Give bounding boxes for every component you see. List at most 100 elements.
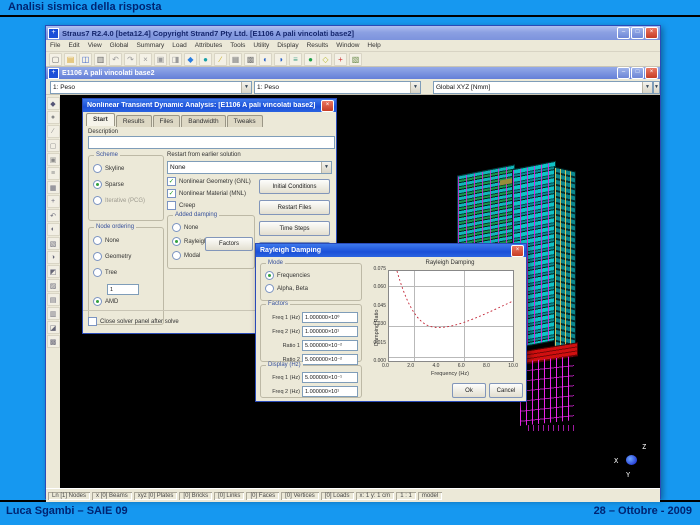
display-value-field[interactable]: 1.000000×10¹ <box>302 386 358 397</box>
ok-button[interactable]: Ok <box>452 383 486 398</box>
close-after-solve-checkbox[interactable]: Close solver panel after solve <box>88 317 179 326</box>
solver-side-button[interactable]: Initial Conditions <box>259 179 330 194</box>
scheme-radio[interactable]: Skyline <box>93 164 159 173</box>
view-angle-icon[interactable]: ◇ <box>319 53 332 66</box>
brick-tool-icon[interactable]: ▣ <box>47 153 60 166</box>
ordering-radio[interactable]: Tree <box>93 268 159 277</box>
maximize-button[interactable]: □ <box>631 27 644 39</box>
pan-icon[interactable]: + <box>47 195 60 208</box>
select-icon[interactable]: ◆ <box>47 97 60 110</box>
menu-item[interactable]: View <box>88 42 102 49</box>
measure-icon[interactable]: ∕ <box>214 53 227 66</box>
zoom-out-icon[interactable]: ◑ <box>274 53 287 66</box>
beam-tool-icon[interactable]: ∕ <box>47 125 60 138</box>
ordering-radio[interactable]: None <box>93 236 159 245</box>
chevron-down-icon[interactable]: ▼ <box>642 82 652 93</box>
axes-icon[interactable]: + <box>334 53 347 66</box>
show-icon[interactable]: ◩ <box>47 265 60 278</box>
copy-icon[interactable]: ▣ <box>154 53 167 66</box>
new-file-icon[interactable]: ▢ <box>49 53 62 66</box>
solver-tab[interactable]: Results <box>116 115 152 127</box>
snap-grid-icon[interactable]: ▩ <box>244 53 257 66</box>
display-value-field[interactable]: 5.000000×10⁻¹ <box>302 372 358 383</box>
menu-item[interactable]: Window <box>336 42 359 49</box>
ordering-radio[interactable]: AMD <box>93 297 159 306</box>
grid-icon[interactable]: ▦ <box>229 53 242 66</box>
rotate-icon[interactable]: ↶ <box>47 209 60 222</box>
coord-system-combo[interactable]: Global XYZ [Nmm] ▼ <box>433 81 653 94</box>
menu-item[interactable]: Global <box>110 42 129 49</box>
combo-row-overflow-button[interactable]: ▼ <box>653 81 660 94</box>
factor-value-field[interactable]: 1.000000×10¹ <box>302 326 358 337</box>
rotate-view-icon[interactable]: ● <box>304 53 317 66</box>
print-icon[interactable]: ▥ <box>94 53 107 66</box>
menu-item[interactable]: Help <box>367 42 380 49</box>
factor-value-field[interactable]: 5.000000×10⁻² <box>302 354 358 365</box>
solver-side-button[interactable]: Time Steps <box>259 221 330 236</box>
menu-item[interactable]: Edit <box>68 42 79 49</box>
close-icon[interactable]: × <box>321 100 334 112</box>
chevron-down-icon[interactable]: ▼ <box>654 82 659 93</box>
solver-tab[interactable]: Tweaks <box>227 115 263 127</box>
mode-radio[interactable]: Frequencies <box>265 271 357 280</box>
solver-tab[interactable]: Files <box>153 115 181 127</box>
mdi-minimize-button[interactable]: – <box>617 67 630 79</box>
select-pencil-icon[interactable]: ◆ <box>184 53 197 66</box>
nonlinearity-checkbox[interactable]: ✓ Nonlinear Material (MNL) <box>167 189 251 198</box>
description-input[interactable] <box>88 136 335 149</box>
mode-radio[interactable]: Alpha, Beta <box>265 284 357 293</box>
entity-display-icon[interactable]: ▧ <box>349 53 362 66</box>
redo-icon[interactable]: ↷ <box>124 53 137 66</box>
solver-tab[interactable]: Bandwidth <box>181 115 225 127</box>
nonlinearity-checkbox[interactable]: ✓ Nonlinear Geometry (GNL) <box>167 177 251 186</box>
paste-icon[interactable]: ◨ <box>169 53 182 66</box>
ordering-radio[interactable]: Geometry <box>93 252 159 261</box>
menu-item[interactable]: Load <box>172 42 186 49</box>
minimize-button[interactable]: – <box>617 27 630 39</box>
menu-item[interactable]: Results <box>307 42 329 49</box>
load-case-combo[interactable]: 1: Peso ▼ <box>50 81 252 94</box>
rayleigh-factors-button[interactable]: Factors <box>205 237 253 251</box>
mdi-close-button[interactable]: × <box>645 67 658 79</box>
chevron-down-icon[interactable]: ▼ <box>241 82 251 93</box>
shade-icon[interactable]: ◐ <box>47 223 60 236</box>
restart-combo[interactable]: None ▼ <box>167 161 332 174</box>
cut-icon[interactable]: × <box>139 53 152 66</box>
close-icon[interactable]: × <box>511 245 524 257</box>
plate-tool-icon[interactable]: ▢ <box>47 139 60 152</box>
damping-radio[interactable]: Modal <box>172 251 250 260</box>
nonlinearity-checkbox[interactable]: Creep <box>167 201 251 210</box>
zoom-in-icon[interactable]: ◐ <box>259 53 272 66</box>
chevron-down-icon[interactable]: ▼ <box>410 82 420 93</box>
node-tool-icon[interactable]: ● <box>47 111 60 124</box>
zoom-box-icon[interactable]: ▦ <box>47 181 60 194</box>
factor-value-field[interactable]: 5.000000×10⁻² <box>302 340 358 351</box>
globe-icon[interactable]: ● <box>199 53 212 66</box>
layers-icon[interactable]: ▤ <box>47 293 60 306</box>
undo-icon[interactable]: ↶ <box>109 53 122 66</box>
menu-item[interactable]: Utility <box>253 42 269 49</box>
wireframe-icon[interactable]: ▧ <box>47 237 60 250</box>
attributes-icon[interactable]: ▥ <box>47 307 60 320</box>
menu-item[interactable]: Tools <box>230 42 245 49</box>
results-icon[interactable]: ▩ <box>47 335 60 348</box>
factor-value-field[interactable]: 1.000000×10⁰ <box>302 312 358 323</box>
open-file-icon[interactable]: ▤ <box>64 53 77 66</box>
scheme-radio[interactable]: Iterative (PCG) <box>93 196 159 205</box>
link-tool-icon[interactable]: ≡ <box>47 167 60 180</box>
mdi-maximize-button[interactable]: □ <box>631 67 644 79</box>
save-icon[interactable]: ◫ <box>79 53 92 66</box>
hide-icon[interactable]: ◑ <box>47 251 60 264</box>
menu-item[interactable]: Attributes <box>195 42 222 49</box>
chevron-down-icon[interactable]: ▼ <box>321 162 331 173</box>
menu-item[interactable]: Summary <box>136 42 164 49</box>
scale-icon[interactable]: ≡ <box>289 53 302 66</box>
group-icon[interactable]: ▨ <box>47 279 60 292</box>
contour-icon[interactable]: ◪ <box>47 321 60 334</box>
tree-level-field[interactable]: 1 <box>107 284 139 295</box>
cancel-button[interactable]: Cancel <box>489 383 523 398</box>
solver-side-button[interactable]: Restart Files <box>259 200 330 215</box>
menu-item[interactable]: Display <box>277 42 298 49</box>
damping-radio[interactable]: None <box>172 223 250 232</box>
menu-item[interactable]: File <box>50 42 60 49</box>
